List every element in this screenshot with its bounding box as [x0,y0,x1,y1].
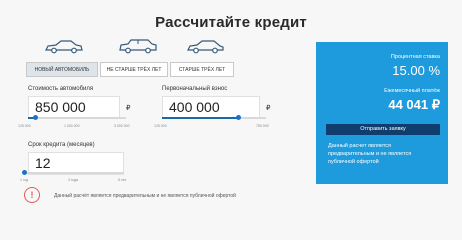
payment-label: Ежемесячный платёж [384,88,440,94]
term-tick-max: 5 лет [118,178,127,182]
down-payment-currency: ₽ [266,105,271,112]
sedan-icon[interactable] [44,38,84,54]
tab-under-three-years[interactable]: НЕ СТАРШЕ ТРЁХ ЛЕТ [100,62,168,77]
payment-value: 44 041 ₽ [388,97,440,112]
disclaimer-text: Данный расчёт является предварительным и… [54,193,236,199]
hatchback-icon[interactable] [186,38,226,54]
down-payment-slider-handle[interactable] [236,115,241,120]
price-currency: ₽ [126,105,131,112]
price-tick-min: 125 000 [18,124,31,128]
crossover-icon[interactable] [118,38,158,54]
rate-value: 15.00 % [392,63,440,78]
down-payment-label: Первоначальный взнос [162,86,228,92]
term-label: Срок кредита (месяцев) [28,142,95,148]
price-tick-max: 3 000 000 [114,124,130,128]
price-slider[interactable] [28,117,126,119]
down-payment-input[interactable]: 400 000 [162,96,260,119]
term-tick-mid: 3 года [68,178,78,182]
term-slider-handle[interactable] [22,170,27,175]
tab-over-three-years[interactable]: СТАРШЕ ТРЁХ ЛЕТ [170,62,234,77]
page-title: Рассчитайте кредит [155,14,307,31]
result-panel: Процентная ставка 15.00 % Ежемесячный пл… [316,42,448,184]
price-tick-mid: 1 000 000 [64,124,80,128]
down-payment-tick-min: 125 000 [154,124,167,128]
term-value: 12 [35,155,51,171]
term-tick-min: 1 год [20,178,29,182]
price-value: 850 000 [35,99,86,115]
price-slider-handle[interactable] [33,115,38,120]
rate-label: Процентная ставка [390,54,440,60]
tab-new-car[interactable]: НОВЫЙ АВТОМОБИЛЬ [26,62,98,77]
price-input[interactable]: 850 000 [28,96,120,119]
warning-icon: ! [24,187,40,203]
panel-note: Данный расчет является предварительным и… [328,143,412,165]
term-slider[interactable] [24,172,124,174]
price-label: Стоимость автомобиля [28,86,94,92]
down-payment-slider-fill [162,117,238,119]
down-payment-tick-max: 750 000 [256,124,269,128]
car-age-tabs: НОВЫЙ АВТОМОБИЛЬ НЕ СТАРШЕ ТРЁХ ЛЕТ СТАР… [26,62,236,77]
down-payment-value: 400 000 [169,99,220,115]
submit-application-button[interactable]: Отправить заявку [326,124,440,135]
